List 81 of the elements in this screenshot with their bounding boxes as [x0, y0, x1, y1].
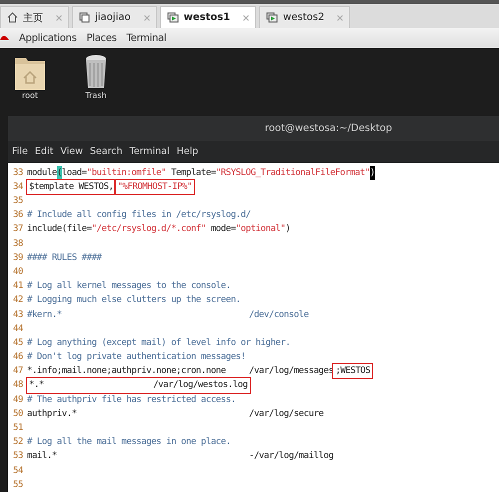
- vm-play-icon: [266, 12, 278, 23]
- line-number: 51: [12, 422, 24, 436]
- menu-item[interactable]: Terminal: [130, 146, 170, 158]
- code-text: /var/log/messages: [249, 365, 334, 378]
- line-number: 43: [12, 308, 24, 322]
- highlighted-code: "%FROMHOST-IP%": [115, 180, 194, 194]
- line-number: 38: [12, 238, 24, 251]
- menu-item[interactable]: Search: [90, 146, 122, 158]
- code-text: # Don't log private authentication messages!: [27, 351, 246, 364]
- highlighted-code: *.* /var/log/westos.log: [27, 378, 250, 393]
- menu-item[interactable]: Terminal: [126, 32, 166, 44]
- code-text: mode=: [210, 223, 236, 236]
- code-text: # Include all config files in /etc/rsyslog.d/: [27, 209, 251, 222]
- hat-icon: [0, 34, 9, 42]
- code-text: # Logging much else clutters up the screen.: [27, 294, 241, 308]
- line-number: 33: [12, 166, 24, 180]
- desktop-icon-label[interactable]: Trash: [85, 91, 107, 100]
- line-number: 54: [12, 464, 24, 478]
- menu-item[interactable]: File: [12, 146, 28, 158]
- window-title: root@westosa:~/Desktop: [264, 123, 392, 134]
- code-text: ): [370, 166, 375, 180]
- browser-tab[interactable]: westos1: [160, 6, 256, 28]
- code-text: #kern.*: [27, 308, 62, 322]
- code-text: "RSYSLOG_TraditionalFileFormat": [216, 166, 370, 180]
- line-number: 48: [12, 379, 24, 392]
- menu-item[interactable]: Places: [86, 32, 116, 44]
- code-text: # Log anything (except mail) of level info or higher.: [27, 336, 290, 350]
- code-text: "/etc/rsyslog.d/*.conf": [92, 223, 206, 236]
- code-text: "optional": [236, 223, 286, 236]
- close-icon[interactable]: [243, 14, 250, 20]
- code-text: include(file=: [27, 223, 92, 236]
- code-text: # The authpriv file has restricted access.: [27, 394, 236, 407]
- menu-item[interactable]: Applications: [19, 32, 76, 44]
- close-icon[interactable]: [56, 14, 62, 20]
- code-text: *.info;mail.none;authpriv.none;cron.none: [27, 365, 226, 378]
- code-text: authpriv.*: [27, 408, 77, 421]
- line-number: 39: [12, 252, 24, 265]
- line-number: 46: [12, 351, 24, 364]
- line-number: 53: [12, 450, 24, 464]
- menu-item[interactable]: Help: [176, 146, 198, 158]
- trash-icon: [85, 54, 107, 90]
- line-number: 49: [12, 394, 24, 407]
- line-number: 50: [12, 408, 24, 421]
- line-number: 55: [12, 478, 24, 492]
- highlighted-code: $template WESTOS,: [27, 180, 116, 194]
- close-icon[interactable]: [144, 14, 150, 20]
- code-text: #### RULES ####: [27, 252, 102, 265]
- line-number: 35: [12, 195, 24, 208]
- browser-tab[interactable]: 主页: [0, 6, 69, 28]
- line-number: 40: [12, 266, 24, 279]
- home-icon: [7, 12, 18, 23]
- line-number: 52: [12, 436, 24, 450]
- code-text: mail.*: [27, 450, 57, 464]
- close-icon[interactable]: [337, 14, 344, 20]
- code-text: module: [27, 166, 57, 180]
- code-text: (: [56, 166, 62, 180]
- desktop-icon-label[interactable]: root: [22, 91, 38, 100]
- code-text: "builtin:omfile": [86, 166, 166, 180]
- line-number: 37: [12, 223, 24, 236]
- line-number: 36: [12, 209, 24, 222]
- browser-tab[interactable]: jiaojiao: [72, 6, 157, 28]
- code-text: /dev/console: [249, 308, 309, 322]
- window-icon: [79, 12, 90, 23]
- code-text: # Log all the mail messages in one place.: [27, 436, 231, 450]
- line-number: 45: [12, 336, 24, 350]
- code-text: # Log all kernel messages to the console.: [27, 280, 231, 294]
- code-text: Template=: [170, 166, 216, 180]
- browser-tab[interactable]: westos2: [259, 6, 350, 28]
- line-number: 41: [12, 280, 24, 294]
- highlighted-code: ;WESTOS: [333, 364, 372, 378]
- line-number: 34: [12, 180, 24, 194]
- code-text: -/var/log/maillog: [249, 450, 334, 464]
- line-number: 47: [12, 365, 24, 378]
- menu-item[interactable]: Edit: [34, 146, 54, 158]
- menu-item[interactable]: View: [60, 146, 83, 158]
- line-number: 44: [12, 322, 24, 336]
- code-text: /var/log/secure: [249, 408, 324, 421]
- vm-play-icon: [166, 12, 179, 23]
- line-number: 42: [12, 294, 24, 308]
- code-text: ): [285, 223, 290, 236]
- code-text: load=: [62, 166, 87, 180]
